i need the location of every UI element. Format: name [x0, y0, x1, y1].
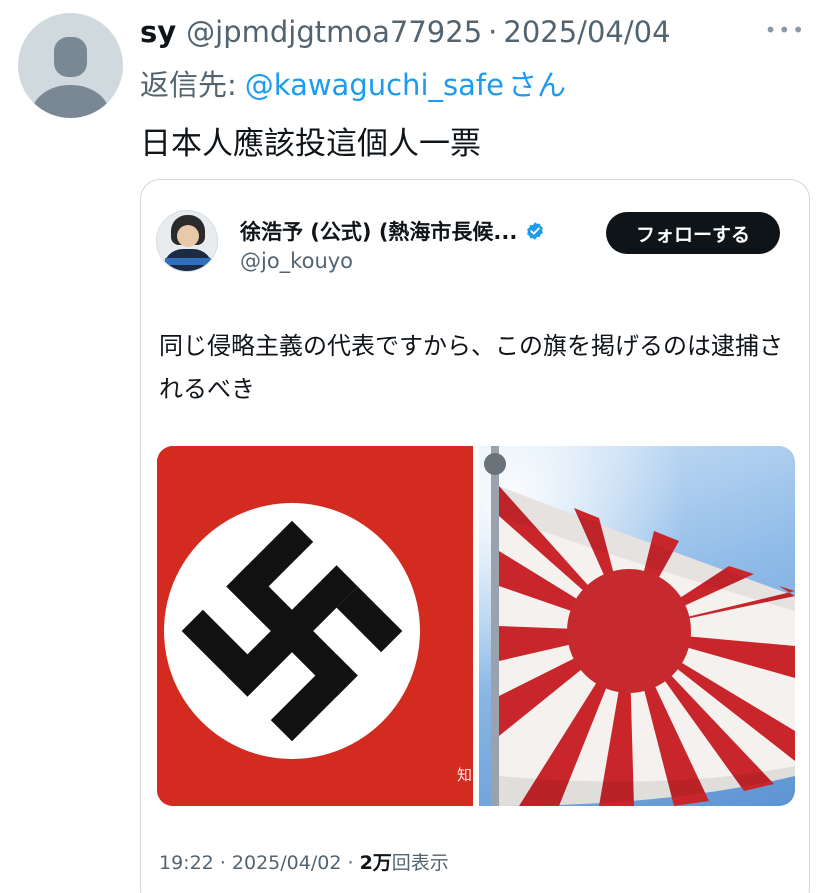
nazi-flag-graphic: [157, 446, 473, 806]
tweet-header: sy @jpmdjgtmoa77925 · 2025/04/04: [140, 14, 671, 50]
author-handle[interactable]: @jpmdjgtmoa77925: [186, 15, 482, 49]
follow-button[interactable]: フォローする: [606, 212, 780, 254]
avatar-face: [177, 225, 199, 247]
quoted-tweet-meta: 19:22 · 2025/04/02 · 2万回表示: [159, 848, 449, 875]
reply-prefix: 返信先:: [140, 68, 237, 102]
quoted-media-grid[interactable]: 知: [157, 446, 795, 806]
views-count[interactable]: 2万: [360, 852, 392, 874]
nazi-flag-image[interactable]: 知: [157, 446, 473, 806]
rising-sun-flag-graphic: [479, 446, 795, 806]
default-avatar-head: [54, 37, 87, 77]
quoted-author-handle[interactable]: @jo_kouyo: [240, 249, 353, 273]
header-separator: ·: [488, 15, 498, 49]
rising-sun-flag-image[interactable]: [479, 446, 795, 806]
quoted-tweet-text: 同じ侵略主義の代表ですから、この旗を掲げるのは逮捕されるべき: [159, 332, 783, 403]
image-watermark: 知: [457, 766, 473, 784]
more-dots-icon[interactable]: •••: [765, 18, 806, 42]
views-label: 回表示: [391, 852, 449, 874]
quoted-tweet-card[interactable]: 徐浩予 (公式) (熱海市長候... @jo_kouyo フォローする 同じ侵略…: [140, 179, 810, 893]
reply-handle-link[interactable]: @kawaguchi_safe: [245, 68, 504, 102]
meta-separator-2: ·: [347, 852, 354, 874]
verified-badge-icon: [527, 222, 544, 240]
quoted-author-name-row[interactable]: 徐浩予 (公式) (熱海市長候...: [240, 216, 545, 246]
reply-suffix: さん: [507, 68, 566, 102]
author-avatar[interactable]: [18, 13, 123, 118]
quoted-time[interactable]: 19:22: [159, 852, 214, 874]
tweet-text: 日本人應該投這個人一票: [140, 126, 481, 162]
meta-separator-1: ·: [219, 852, 226, 874]
quoted-date[interactable]: 2025/04/02: [232, 852, 342, 874]
tweet-date[interactable]: 2025/04/04: [503, 15, 670, 49]
author-name[interactable]: sy: [140, 15, 176, 49]
reply-to-line: 返信先: @kawaguchi_safe さん: [140, 62, 566, 104]
quoted-author-avatar[interactable]: [156, 210, 218, 272]
quoted-author-name[interactable]: 徐浩予 (公式) (熱海市長候...: [240, 216, 517, 246]
avatar-sash: [165, 258, 211, 265]
default-avatar-body: [32, 85, 109, 118]
